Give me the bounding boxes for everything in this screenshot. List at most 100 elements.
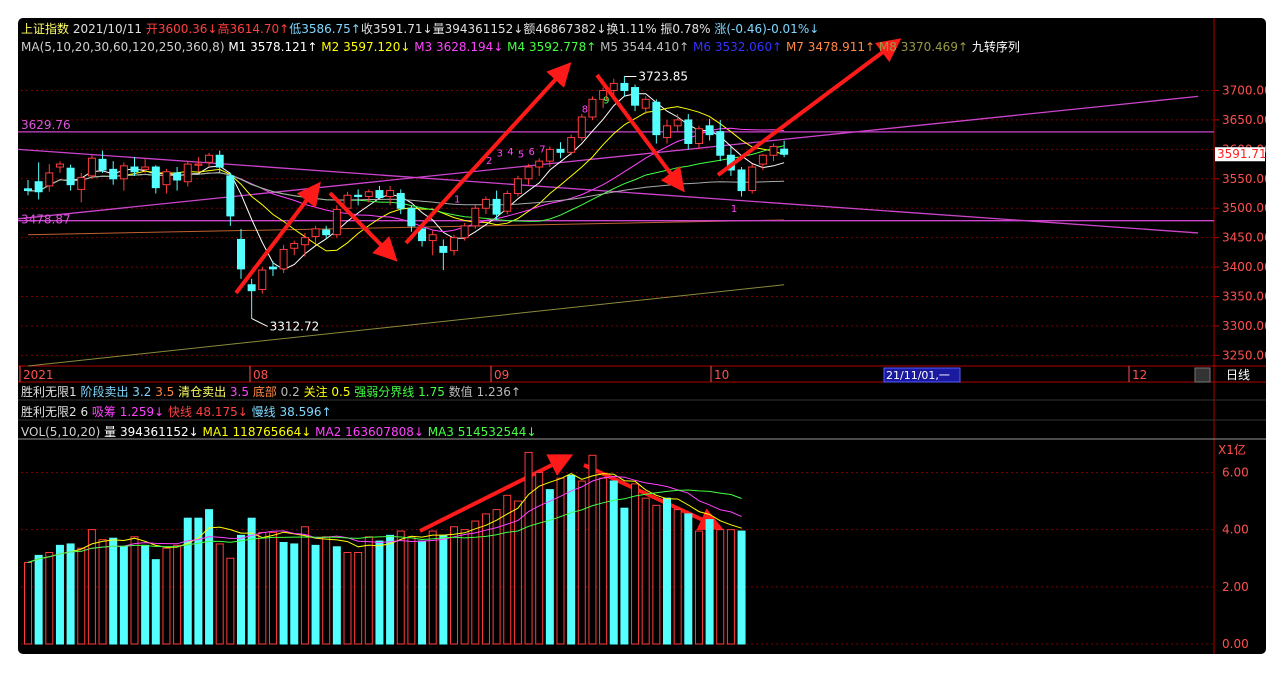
volume-bar[interactable]: [226, 557, 235, 645]
volume-bar[interactable]: [556, 477, 565, 645]
candle-body[interactable]: [535, 160, 544, 168]
volume-bar[interactable]: [66, 543, 75, 645]
candle-body[interactable]: [481, 198, 490, 209]
candle-body[interactable]: [183, 163, 192, 183]
candle-body[interactable]: [769, 145, 778, 156]
candle-body[interactable]: [439, 245, 448, 253]
volume-bar[interactable]: [119, 546, 128, 645]
volume-bar[interactable]: [513, 500, 522, 645]
volume-bar[interactable]: [290, 543, 299, 645]
volume-bar[interactable]: [609, 480, 618, 645]
candle-body[interactable]: [513, 178, 522, 195]
volume-bar[interactable]: [98, 539, 107, 645]
candle-body[interactable]: [364, 191, 373, 197]
candle-body[interactable]: [748, 166, 757, 192]
volume-bar[interactable]: [471, 520, 480, 645]
volume-bar[interactable]: [663, 497, 671, 645]
candle-body[interactable]: [215, 154, 224, 168]
volume-bar[interactable]: [652, 504, 661, 645]
volume-bar[interactable]: [300, 526, 309, 645]
candle-body[interactable]: [780, 148, 789, 155]
candle-body[interactable]: [247, 284, 256, 292]
volume-bar[interactable]: [407, 536, 416, 645]
volume-bar[interactable]: [364, 536, 373, 645]
volume-bar[interactable]: [673, 509, 682, 645]
volume-bar[interactable]: [237, 534, 245, 645]
volume-bar[interactable]: [130, 536, 139, 645]
candle-body[interactable]: [503, 193, 512, 212]
volume-bar[interactable]: [524, 451, 533, 645]
candle-body[interactable]: [226, 175, 235, 217]
candle-body[interactable]: [194, 163, 203, 166]
candle-body[interactable]: [705, 125, 714, 136]
candle-body[interactable]: [684, 119, 693, 144]
volume-bar[interactable]: [588, 454, 597, 645]
candle-body[interactable]: [34, 181, 43, 193]
volume-bar[interactable]: [215, 543, 224, 645]
volume-bar[interactable]: [577, 480, 586, 645]
volume-bar[interactable]: [439, 534, 448, 645]
volume-bar[interactable]: [109, 537, 118, 645]
candle-body[interactable]: [141, 166, 150, 170]
candle-body[interactable]: [652, 101, 661, 136]
candle-body[interactable]: [300, 237, 309, 246]
candle-body[interactable]: [332, 208, 341, 236]
scroll-button[interactable]: [1194, 367, 1211, 383]
candle-body[interactable]: [119, 165, 128, 180]
volume-bar[interactable]: [450, 526, 458, 645]
volume-bar[interactable]: [151, 559, 160, 645]
candle-body[interactable]: [641, 98, 650, 109]
candle-body[interactable]: [609, 82, 618, 91]
candle-body[interactable]: [492, 198, 501, 215]
candle-body[interactable]: [55, 163, 64, 168]
candle-body[interactable]: [205, 154, 214, 163]
volume-bar[interactable]: [503, 494, 512, 645]
volume-bar[interactable]: [173, 544, 182, 645]
volume-bar[interactable]: [418, 540, 427, 645]
volume-bar[interactable]: [247, 517, 256, 645]
volume-bar[interactable]: [694, 530, 703, 645]
volume-bar[interactable]: [311, 544, 320, 645]
candle-body[interactable]: [162, 171, 171, 186]
volume-bar[interactable]: [481, 513, 490, 645]
volume-bar[interactable]: [141, 544, 150, 645]
volume-bar[interactable]: [24, 562, 32, 645]
volume-bar[interactable]: [279, 542, 288, 645]
candle-body[interactable]: [77, 177, 86, 190]
candle-body[interactable]: [173, 172, 182, 181]
candle-body[interactable]: [556, 148, 565, 153]
volume-bar[interactable]: [396, 530, 405, 645]
candle-body[interactable]: [450, 237, 458, 252]
candle-body[interactable]: [620, 82, 629, 91]
candle-body[interactable]: [428, 234, 437, 242]
volume-bar[interactable]: [726, 529, 735, 645]
volume-bar[interactable]: [162, 547, 171, 645]
candle-body[interactable]: [716, 131, 725, 156]
volume-bar[interactable]: [705, 519, 714, 645]
volume-bar[interactable]: [567, 474, 576, 645]
candle-body[interactable]: [109, 168, 118, 180]
volume-bar[interactable]: [77, 547, 86, 645]
volume-bar[interactable]: [268, 531, 277, 645]
volume-bar[interactable]: [460, 529, 469, 645]
volume-bar[interactable]: [55, 544, 64, 645]
volume-bar[interactable]: [343, 552, 352, 645]
candle-body[interactable]: [45, 172, 54, 187]
candle-body[interactable]: [663, 125, 671, 139]
candle-body[interactable]: [460, 225, 469, 239]
candle-body[interactable]: [375, 190, 384, 199]
volume-bar[interactable]: [258, 531, 267, 645]
volume-bar[interactable]: [34, 554, 43, 645]
candle-body[interactable]: [407, 207, 416, 227]
candle-body[interactable]: [66, 167, 75, 186]
volume-bar[interactable]: [716, 529, 725, 645]
volume-bar[interactable]: [194, 517, 203, 645]
candle-body[interactable]: [24, 188, 32, 192]
candle-body[interactable]: [588, 98, 597, 118]
candle-body[interactable]: [151, 166, 160, 189]
candle-body[interactable]: [758, 154, 767, 165]
volume-bar[interactable]: [684, 513, 693, 645]
kline-chart[interactable]: 3700.003650.003600.003550.003500.003450.…: [18, 18, 1266, 654]
candle-body[interactable]: [694, 128, 703, 144]
volume-bar[interactable]: [375, 540, 384, 645]
